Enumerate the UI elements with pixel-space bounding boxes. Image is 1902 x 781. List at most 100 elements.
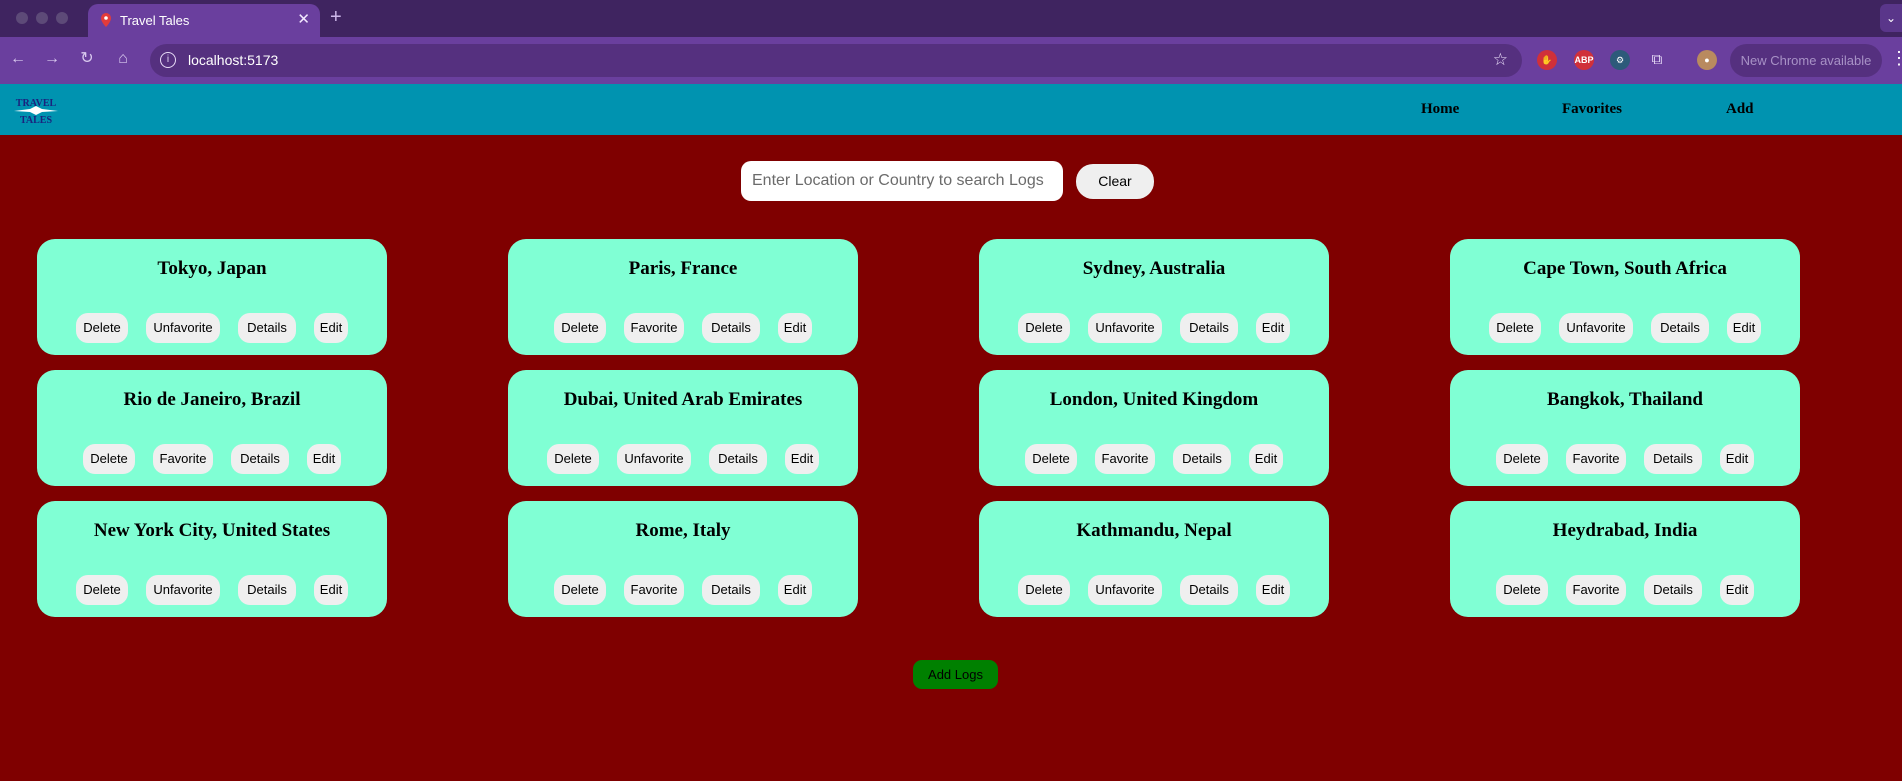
delete-button[interactable]: Delete [547,444,599,474]
details-button[interactable]: Details [1180,575,1238,605]
favorite-toggle-button[interactable]: Favorite [153,444,213,474]
log-card: Kathmandu, Nepal Delete Unfavorite Details E… [979,501,1329,617]
delete-button[interactable]: Delete [554,313,606,343]
favorite-toggle-button[interactable]: Unfavorite [1559,313,1633,343]
edit-button[interactable]: Edit [1720,444,1754,474]
log-card-title: Paris, France [628,258,738,279]
details-button[interactable]: Details [1651,313,1709,343]
log-card: Bangkok, Thailand Delete Favorite Details Ed… [1450,370,1800,486]
favorite-toggle-button[interactable]: Unfavorite [617,444,691,474]
browser-tab[interactable]: Travel Tales ✕ [88,4,320,37]
log-card-title: Rome, Italy [635,520,731,541]
bookmark-star-icon[interactable]: ☆ [1493,50,1508,70]
clear-button[interactable]: Clear [1076,164,1154,199]
log-card: Heydrabad, India Delete Favorite Details Edi… [1450,501,1800,617]
log-card: Dubai, United Arab Emirates Delete Unfavor… [508,370,858,486]
favorite-toggle-button[interactable]: Favorite [624,313,684,343]
favorite-toggle-button[interactable]: Unfavorite [146,575,220,605]
edit-button[interactable]: Edit [1727,313,1761,343]
nav-home-link[interactable]: Home [1421,101,1459,118]
details-button[interactable]: Details [709,444,767,474]
delete-button[interactable]: Delete [1489,313,1541,343]
log-card: Tokyo, Japan Delete Unfavorite Details Edit [37,239,387,355]
log-card: London, United Kingdom Delete Favorite Deta… [979,370,1329,486]
delete-button[interactable]: Delete [1496,575,1548,605]
details-button[interactable]: Details [1173,444,1231,474]
app-header: TRAVEL TALES Home Favorites Add [0,84,1902,135]
log-card-title: Tokyo, Japan [157,258,267,279]
log-card: Rome, Italy Delete Favorite Details Edit [508,501,858,617]
delete-button[interactable]: Delete [83,444,135,474]
details-button[interactable]: Details [1180,313,1238,343]
edit-button[interactable]: Edit [778,313,812,343]
puzzle-extension-icon[interactable]: ⚙ [1610,50,1630,70]
log-card-title: New York City, United States [93,520,331,541]
back-icon[interactable]: ← [8,49,28,69]
favorite-toggle-button[interactable]: Favorite [1095,444,1155,474]
nav-favorites-link[interactable]: Favorites [1562,101,1622,118]
delete-button[interactable]: Delete [1025,444,1077,474]
home-icon[interactable]: ⌂ [113,49,133,69]
nav-add-link[interactable]: Add [1726,101,1754,118]
log-card-title: Sydney, Australia [1082,258,1226,279]
details-button[interactable]: Details [238,313,296,343]
browser-tab-bar: Travel Tales ✕ + ⌄ [0,0,1902,37]
abp-extension-icon[interactable]: ABP [1574,50,1594,70]
log-card-title: Dubai, United Arab Emirates [563,389,803,410]
site-info-icon[interactable]: i [160,52,176,68]
favorite-toggle-button[interactable]: Unfavorite [1088,313,1162,343]
map-pin-icon [101,13,111,27]
details-button[interactable]: Details [702,313,760,343]
favorite-toggle-button[interactable]: Unfavorite [146,313,220,343]
delete-button[interactable]: Delete [1018,313,1070,343]
delete-button[interactable]: Delete [554,575,606,605]
details-button[interactable]: Details [238,575,296,605]
window-close-control[interactable] [16,12,28,24]
forward-icon[interactable]: → [42,49,62,69]
edit-button[interactable]: Edit [778,575,812,605]
edit-button[interactable]: Edit [1256,313,1290,343]
delete-button[interactable]: Delete [76,313,128,343]
edit-button[interactable]: Edit [307,444,341,474]
delete-button[interactable]: Delete [1496,444,1548,474]
edit-button[interactable]: Edit [1720,575,1754,605]
browser-menu-icon[interactable]: ⋮ [1890,48,1902,69]
delete-button[interactable]: Delete [76,575,128,605]
edit-button[interactable]: Edit [785,444,819,474]
log-card: Sydney, Australia Delete Unfavorite Details… [979,239,1329,355]
travel-tales-logo[interactable]: TRAVEL TALES [8,94,64,126]
log-card: Cape Town, South Africa Delete Unfavorite D… [1450,239,1800,355]
tab-close-icon[interactable]: ✕ [297,10,310,28]
profile-avatar[interactable]: ● [1697,50,1717,70]
window-zoom-control[interactable] [56,12,68,24]
delete-button[interactable]: Delete [1018,575,1070,605]
edit-button[interactable]: Edit [1256,575,1290,605]
reload-icon[interactable]: ↻ [77,49,97,69]
search-input[interactable] [741,161,1063,201]
new-tab-icon[interactable]: + [330,6,342,29]
browser-toolbar: ← → ↻ ⌂ i localhost:5173 ☆ ✋ ABP ⚙ ⧉ ● N… [0,37,1902,84]
window-minimize-control[interactable] [36,12,48,24]
log-card: Paris, France Delete Favorite Details Edit [508,239,858,355]
address-bar[interactable]: i localhost:5173 ☆ [150,44,1522,77]
favorite-toggle-button[interactable]: Unfavorite [1088,575,1162,605]
edit-button[interactable]: Edit [314,575,348,605]
logo-text-bottom: TALES [20,115,52,126]
details-button[interactable]: Details [702,575,760,605]
favorite-toggle-button[interactable]: Favorite [1566,444,1626,474]
edit-button[interactable]: Edit [1249,444,1283,474]
tab-search-icon[interactable]: ⌄ [1880,4,1902,32]
hand-extension-icon[interactable]: ✋ [1537,50,1557,70]
extensions-icon[interactable]: ⧉ [1647,50,1667,70]
details-button[interactable]: Details [231,444,289,474]
chrome-update-button[interactable]: New Chrome available [1730,44,1882,77]
log-card-title: London, United Kingdom [1049,389,1259,410]
log-card-title: Rio de Janeiro, Brazil [123,389,301,410]
details-button[interactable]: Details [1644,444,1702,474]
url-text[interactable]: localhost:5173 [188,52,278,68]
add-logs-button[interactable]: Add Logs [913,660,998,689]
favorite-toggle-button[interactable]: Favorite [624,575,684,605]
favorite-toggle-button[interactable]: Favorite [1566,575,1626,605]
details-button[interactable]: Details [1644,575,1702,605]
edit-button[interactable]: Edit [314,313,348,343]
